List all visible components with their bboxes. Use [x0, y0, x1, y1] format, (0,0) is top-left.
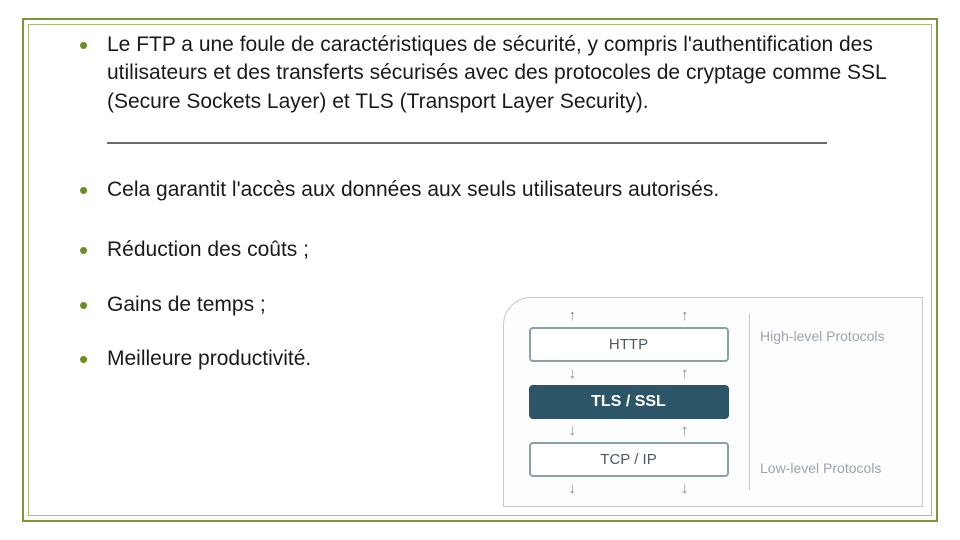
arrow-row-bottom: ↓ ↓ [544, 481, 714, 496]
slide-inner-border: Le FTP a une foule de caractéristiques d… [28, 24, 932, 516]
low-level-label: Low-level Protocols [760, 460, 910, 476]
arrow-down-icon: ↓ [569, 366, 577, 381]
bullet-item-3: Réduction des coûts ; [79, 236, 901, 264]
arrow-down-icon: ↓ [569, 423, 577, 438]
bullet-text: Réduction des coûts ; [107, 238, 309, 261]
arrow-up-icon: ↑ [569, 308, 577, 323]
protocol-stack-column: ↑ ↑ HTTP ↓ ↑ TLS / SSL ↓ ↑ TCP [518, 308, 739, 496]
arrow-row-top: ↑ ↑ [544, 308, 714, 323]
slide-outer-border: Le FTP a une foule de caractéristiques d… [22, 18, 938, 522]
level-labels: High-level Protocols Low-level Protocols [760, 308, 910, 496]
arrow-up-icon: ↑ [681, 308, 689, 323]
bullet-text: Le FTP a une foule de caractéristiques d… [107, 33, 886, 113]
arrow-row: ↓ ↑ [544, 366, 714, 381]
bullet-item-2: Cela garantit l'accès aux données aux se… [79, 176, 901, 204]
arrow-up-icon: ↑ [681, 366, 689, 381]
layer-label: HTTP [609, 336, 648, 353]
layer-label: TCP / IP [600, 451, 656, 468]
layer-http: HTTP [529, 327, 729, 361]
arrow-down-icon: ↓ [681, 481, 689, 496]
layer-tls-ssl: TLS / SSL [529, 385, 729, 419]
separator-line [107, 142, 827, 144]
arrow-down-icon: ↓ [569, 481, 577, 496]
bullet-text: Meilleure productivité. [107, 347, 311, 370]
high-level-label: High-level Protocols [760, 328, 910, 344]
protocol-stack-diagram: ↑ ↑ HTTP ↓ ↑ TLS / SSL ↓ ↑ TCP [503, 297, 923, 507]
layer-label: TLS / SSL [591, 393, 666, 411]
bullet-text: Cela garantit l'accès aux données aux se… [107, 178, 719, 201]
bullet-list-2: Cela garantit l'accès aux données aux se… [79, 170, 901, 204]
bullet-item-1: Le FTP a une foule de caractéristiques d… [79, 31, 901, 116]
arrow-up-icon: ↑ [681, 423, 689, 438]
arrow-row: ↓ ↑ [544, 423, 714, 438]
bullet-text: Gains de temps ; [107, 293, 266, 316]
layer-tcp-ip: TCP / IP [529, 442, 729, 476]
vertical-separator [749, 314, 750, 490]
bullet-list: Le FTP a une foule de caractéristiques d… [79, 25, 901, 116]
